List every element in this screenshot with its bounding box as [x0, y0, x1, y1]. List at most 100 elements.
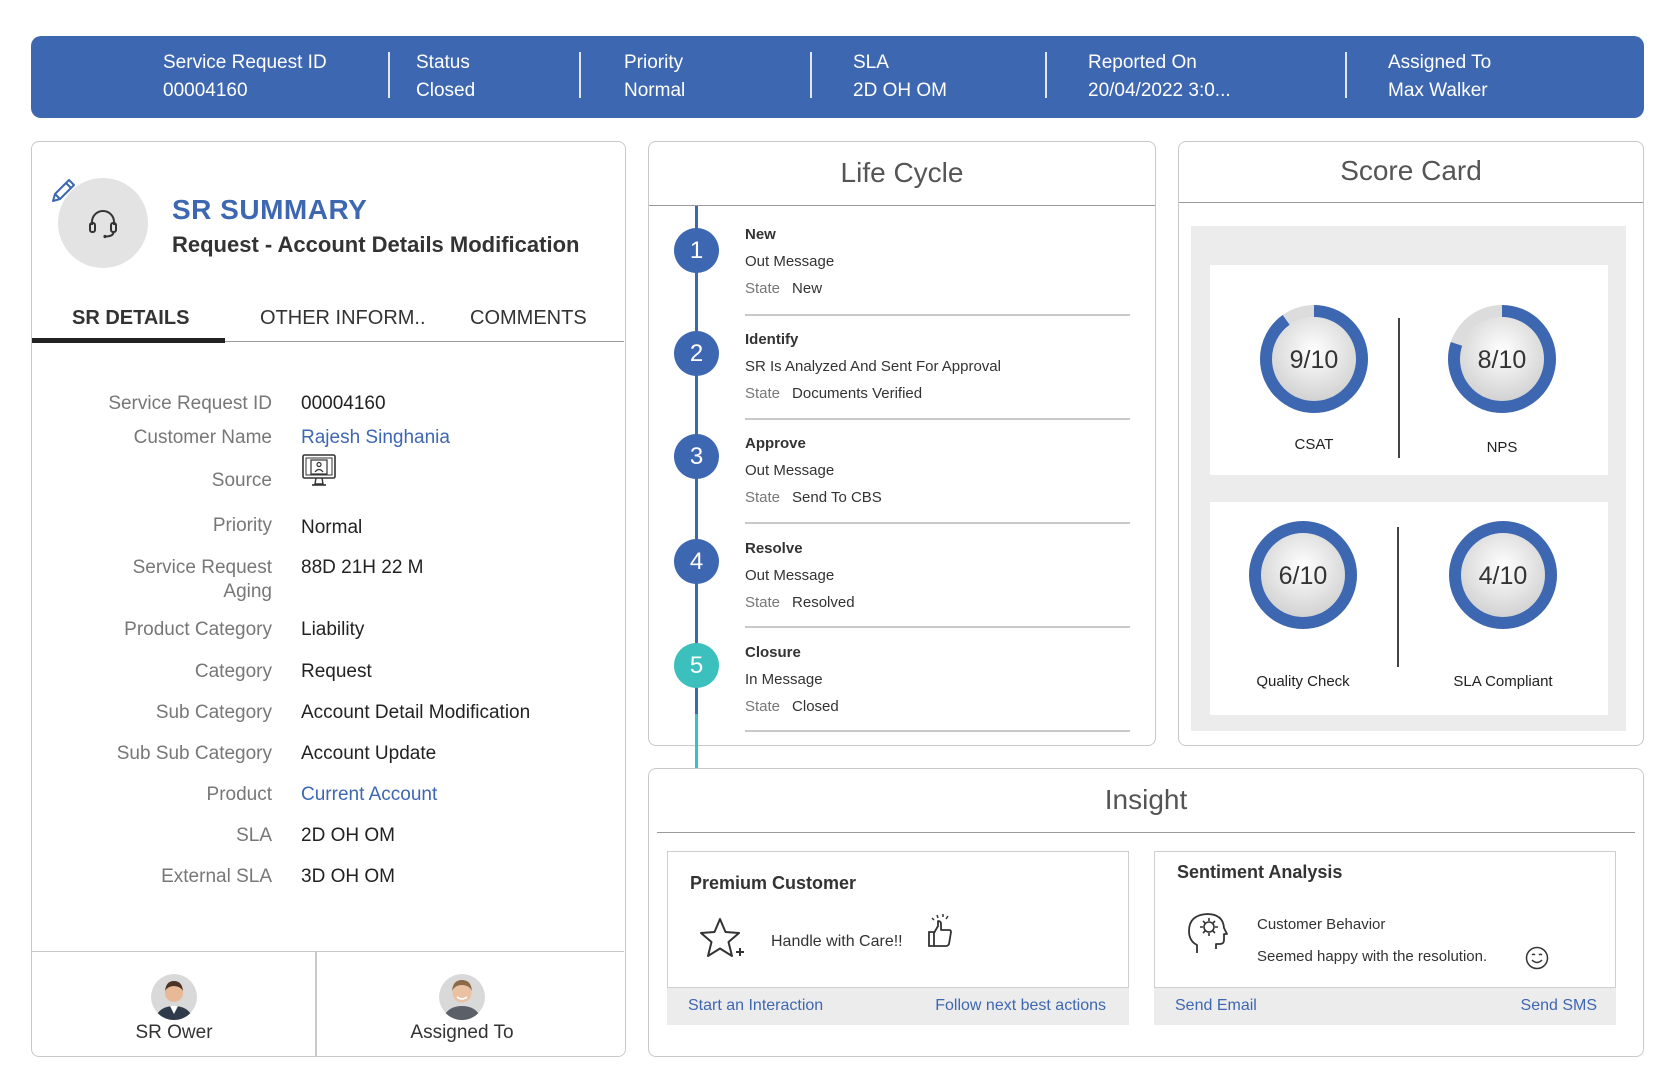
header-value: Closed [416, 80, 476, 101]
sr-owner[interactable]: SR Ower [124, 974, 224, 1044]
detail-label: Source [211, 470, 272, 491]
header-label: Service Request ID [163, 52, 327, 73]
step-divider [745, 418, 1130, 420]
detail-label: Sub Category [155, 702, 272, 723]
step-number-badge: 3 [674, 434, 719, 479]
start-interaction-link[interactable]: Start an Interaction [688, 997, 823, 1015]
header-divider [388, 52, 390, 98]
state-key: State [745, 594, 781, 611]
tab-comments[interactable]: COMMENTS [470, 307, 587, 330]
step-state: State Resolved [745, 594, 1130, 612]
step-number-badge: 2 [674, 331, 719, 376]
sentiment-card-actions: Send Email Send SMS [1154, 988, 1616, 1025]
lifecycle-step-new: New Out Message State New [745, 226, 1130, 298]
score-divider [1398, 318, 1400, 458]
header-value: Max Walker [1388, 80, 1488, 101]
header-field-sla: SLA 2D OH OM [853, 49, 947, 105]
smiley-icon [1525, 946, 1549, 970]
step-state: State Documents Verified [745, 385, 1130, 403]
step-message: In Message [745, 671, 823, 688]
tab-other-information[interactable]: OTHER INFORM.. [260, 307, 426, 330]
lifecycle-step-identify: Identify SR Is Analyzed And Sent For App… [745, 331, 1130, 403]
step-message: Out Message [745, 253, 835, 270]
step-state: State New [745, 280, 1130, 298]
header-value: Normal [624, 80, 686, 101]
active-tab-indicator [32, 338, 225, 343]
life-cycle-panel: Life Cycle 1 New Out Message State New 2 … [648, 141, 1156, 772]
follow-next-best-actions-link[interactable]: Follow next best actions [935, 997, 1106, 1015]
detail-value: 88D 21H 22 M [301, 557, 424, 578]
step-state: State Closed [745, 698, 1130, 716]
sr-summary-panel: SR SUMMARY Request - Account Details Mod… [31, 141, 626, 1057]
sla-compliant-label: SLA Compliant [1453, 673, 1553, 690]
header-label: Assigned To [1388, 52, 1492, 73]
step-number-badge: 4 [674, 539, 719, 584]
header-label: Priority [624, 52, 684, 73]
lifecycle-step-closure: Closure In Message State Closed [745, 644, 1130, 716]
detail-value: 3D OH OM [301, 866, 395, 887]
send-sms-link[interactable]: Send SMS [1521, 997, 1597, 1015]
headset-icon [89, 210, 117, 239]
score-card-title: Score Card [1340, 155, 1482, 186]
nps-gauge: 8/10 [1446, 303, 1558, 415]
detail-label: Customer Name [133, 427, 272, 448]
step-number-badge: 1 [674, 228, 719, 273]
lifecycle-step-resolve: Resolve Out Message State Resolved [745, 540, 1130, 612]
assigned-to-avatar [439, 974, 485, 1020]
score-row-bottom: 6/10 Quality Check 4/10 SLA Compliant [1210, 502, 1608, 715]
insight-header: Insight [657, 769, 1635, 833]
detail-label: Sub Sub Category [116, 743, 272, 764]
score-ring: 6/10 [1249, 521, 1357, 629]
state-key: State [745, 280, 781, 297]
detail-value: Liability [301, 619, 365, 640]
state-value: New [792, 280, 823, 297]
header-divider [1045, 52, 1047, 98]
people-bar: SR Ower Assigned To [32, 951, 624, 1057]
score-value: 6/10 [1279, 562, 1328, 590]
person-photo-icon [439, 974, 485, 1020]
step-message: SR Is Analyzed And Sent For Approval [745, 358, 1001, 375]
step-divider [745, 314, 1130, 316]
sr-owner-avatar [151, 974, 197, 1020]
sr-summary-title: SR SUMMARY [172, 194, 368, 225]
detail-label: Priority [212, 515, 272, 536]
score-value: 4/10 [1479, 562, 1528, 590]
insight-panel: Insight Premium Customer Handle with Car… [648, 768, 1644, 1057]
detail-value: Normal [301, 517, 363, 538]
header-label: SLA [853, 52, 889, 73]
header-label: Status [416, 52, 470, 73]
state-key: State [745, 385, 781, 402]
detail-value: Request [301, 661, 372, 682]
detail-value: 2D OH OM [301, 825, 395, 846]
header-field-reported-on: Reported On 20/04/2022 3:0... [1088, 49, 1231, 105]
step-title: Identify [745, 331, 799, 348]
csat-label: CSAT [1294, 436, 1334, 453]
step-message: Out Message [745, 462, 835, 479]
sentiment-analysis-card: Sentiment Analysis Customer Behavior See… [1154, 851, 1616, 1028]
detail-label: Category [194, 661, 272, 682]
header-divider [579, 52, 581, 98]
step-number-badge-current: 5 [674, 643, 719, 688]
product-link[interactable]: Current Account [301, 783, 437, 807]
detail-label: SLA [236, 825, 272, 846]
score-card-panel: Score Card 9/10 CSAT 8/10 NPS 6/10 Quali… [1178, 141, 1644, 746]
score-value: 8/10 [1478, 346, 1527, 374]
insight-title: Insight [1104, 784, 1188, 815]
edit-pencil-icon[interactable] [46, 174, 80, 208]
customer-name-link[interactable]: Rajesh Singhania [301, 426, 450, 450]
premium-card-body: Premium Customer Handle with Care!! [667, 851, 1129, 988]
tab-sr-details[interactable]: SR DETAILS [72, 307, 189, 330]
step-title: Resolve [745, 540, 803, 557]
detail-value: Account Update [301, 743, 437, 764]
source-value [301, 452, 337, 495]
header-value: 00004160 [163, 80, 248, 101]
score-ring: 4/10 [1449, 521, 1557, 629]
detail-value: Account Detail Modification [301, 702, 531, 723]
csat-gauge: 9/10 [1258, 303, 1370, 415]
state-value: Documents Verified [792, 385, 923, 402]
assigned-to-person[interactable]: Assigned To [402, 974, 522, 1044]
timeline-line-current [695, 714, 698, 772]
send-email-link[interactable]: Send Email [1175, 997, 1257, 1015]
detail-label: Product Category [124, 619, 272, 640]
state-value: Send To CBS [792, 489, 882, 506]
